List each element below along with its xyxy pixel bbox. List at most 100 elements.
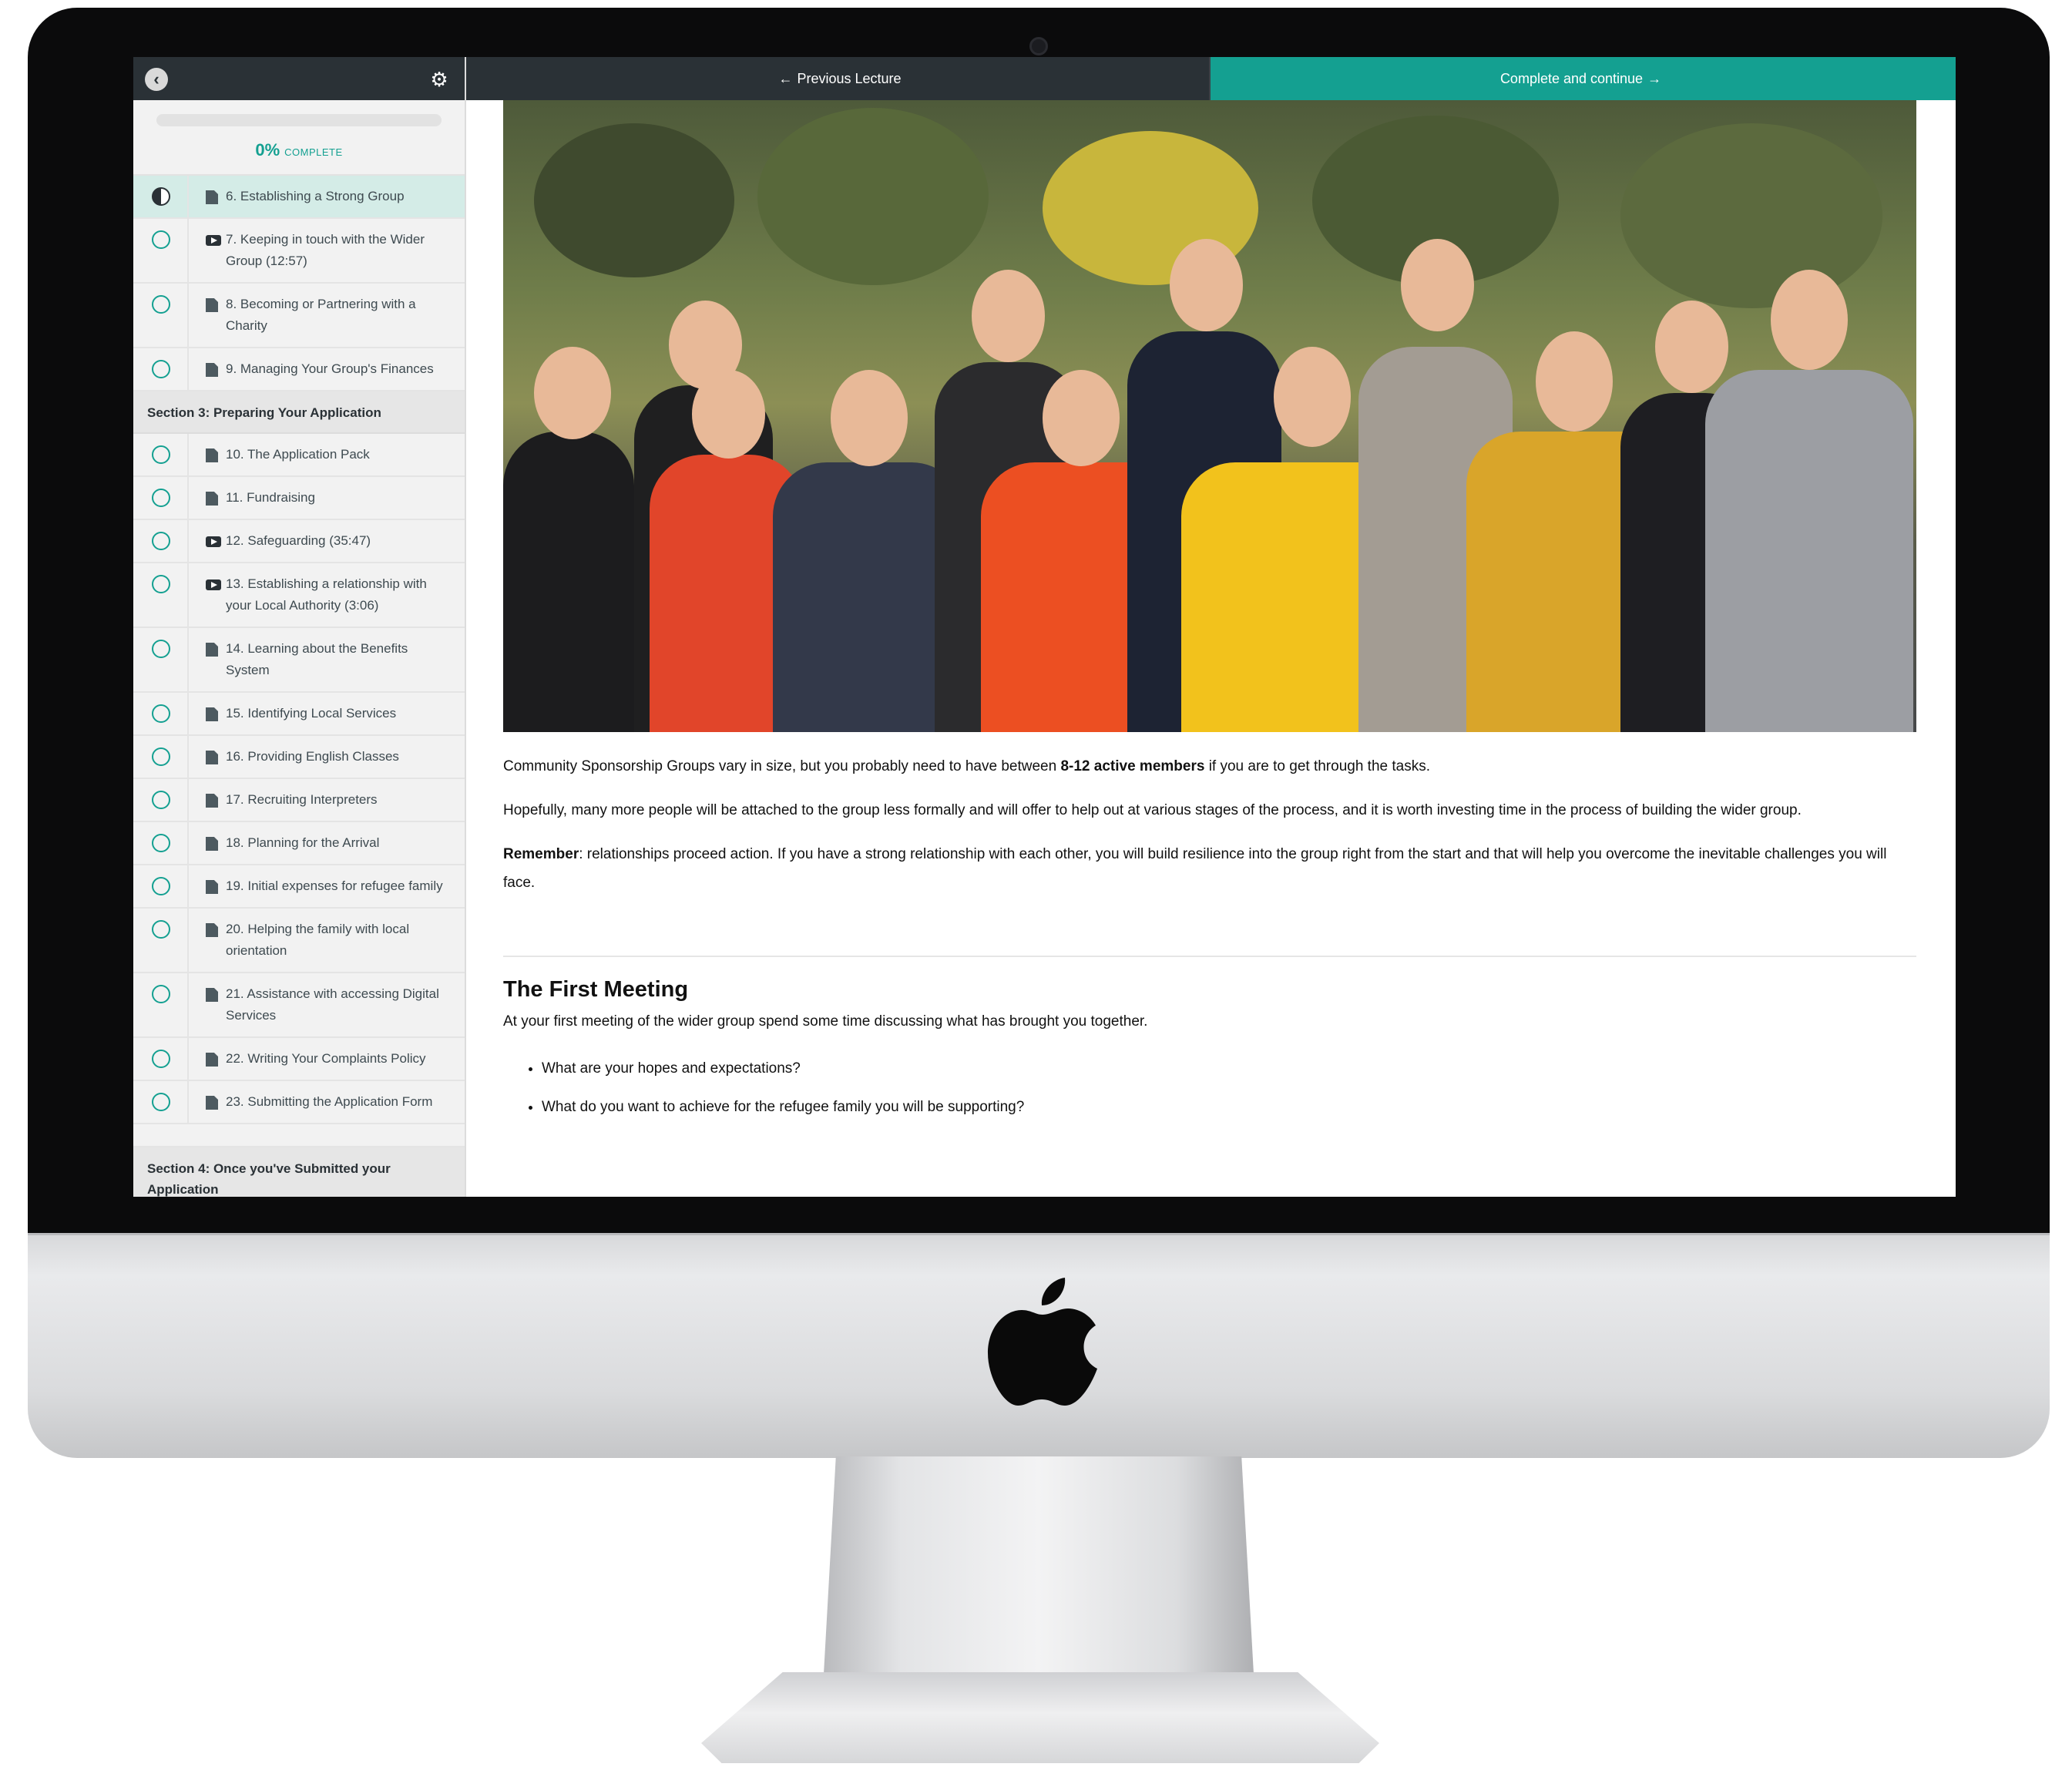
lecture-item[interactable]: 22. Writing Your Complaints Policy <box>133 1038 465 1081</box>
text-span: Community Sponsorship Groups vary in siz… <box>503 758 1061 774</box>
lecture-link[interactable]: 16. Providing English Classes <box>133 736 465 778</box>
lecture-title: 19. Initial expenses for refugee family <box>226 878 443 893</box>
course-sidebar: ‹ ⚙ 0% COMPLETE 6. Establishing a Strong … <box>133 57 466 1197</box>
document-icon <box>206 880 218 894</box>
lecture-item[interactable]: 17. Recruiting Interpreters <box>133 779 465 822</box>
monitor-foot <box>701 1672 1379 1763</box>
lecture-title: 8. Becoming or Partnering with a Charity <box>226 297 416 333</box>
lecture-title: 22. Writing Your Complaints Policy <box>226 1051 426 1066</box>
lecture-item[interactable]: 18. Planning for the Arrival <box>133 822 465 865</box>
lecture-link[interactable]: 23. Submitting the Application Form <box>133 1081 465 1123</box>
lecture-item[interactable]: 19. Initial expenses for refugee family <box>133 865 465 909</box>
lecture-link[interactable]: 18. Planning for the Arrival <box>133 822 465 864</box>
lecture-item[interactable]: 20. Helping the family with local orient… <box>133 909 465 973</box>
progress-percent: 0% <box>255 140 280 160</box>
question-item: What do you want to achieve for the refu… <box>542 1088 1916 1127</box>
gear-icon[interactable]: ⚙ <box>428 68 451 91</box>
document-icon <box>206 448 218 462</box>
lecture-link[interactable]: 15. Identifying Local Services <box>133 693 465 734</box>
lecture-item[interactable]: 7. Keeping in touch with the Wider Group… <box>133 219 465 284</box>
lecture-item[interactable]: 21. Assistance with accessing Digital Se… <box>133 973 465 1038</box>
lecture-item[interactable]: 12. Safeguarding (35:47) <box>133 520 465 563</box>
screen: ‹ ⚙ 0% COMPLETE 6. Establishing a Strong … <box>133 57 1956 1197</box>
intro-paragraph: At your first meeting of the wider group… <box>503 1013 1148 1030</box>
lecture-item[interactable]: 10. The Application Pack <box>133 434 465 477</box>
lecture-link[interactable]: 8. Becoming or Partnering with a Charity <box>133 284 465 347</box>
lecture-title: 20. Helping the family with local orient… <box>226 922 410 958</box>
lecture-item[interactable]: 14. Learning about the Benefits System <box>133 628 465 693</box>
progress-label: COMPLETE <box>284 146 343 158</box>
lecture-link[interactable]: 7. Keeping in touch with the Wider Group… <box>133 219 465 282</box>
lecture-title: 12. Safeguarding (35:47) <box>226 533 371 548</box>
camera-icon <box>1029 37 1048 55</box>
document-icon <box>206 837 218 851</box>
video-icon <box>206 579 221 590</box>
question-item: What are your hopes and expectations? <box>542 1050 1916 1088</box>
paragraph-members: Community Sponsorship Groups vary in siz… <box>503 752 1916 781</box>
lecture-title: 23. Submitting the Application Form <box>226 1094 433 1109</box>
progress-text: 0% COMPLETE <box>133 140 465 160</box>
lecture-title: 9. Managing Your Group's Finances <box>226 361 434 376</box>
lecture-item[interactable]: 13. Establishing a relationship with you… <box>133 563 465 628</box>
lecture-link[interactable]: 19. Initial expenses for refugee family <box>133 865 465 907</box>
document-icon <box>206 988 218 1002</box>
complete-continue-button[interactable]: Complete and continue → <box>1211 57 1956 100</box>
arrow-right-icon: → <box>1647 70 1662 86</box>
lecture-title: 7. Keeping in touch with the Wider Group… <box>226 232 425 268</box>
lecture-title: 21. Assistance with accessing Digital Se… <box>226 986 439 1023</box>
lecture-item[interactable]: 9. Managing Your Group's Finances <box>133 348 465 391</box>
lecture-link[interactable]: 14. Learning about the Benefits System <box>133 628 465 691</box>
question-list: What are your hopes and expectations?Wha… <box>503 1050 1916 1127</box>
document-icon <box>206 707 218 721</box>
lecture-link[interactable]: 22. Writing Your Complaints Policy <box>133 1038 465 1080</box>
document-icon <box>206 492 218 506</box>
lecture-item[interactable]: 15. Identifying Local Services <box>133 693 465 736</box>
lecture-link[interactable]: 13. Establishing a relationship with you… <box>133 563 465 627</box>
lecture-title: 17. Recruiting Interpreters <box>226 792 378 807</box>
lecture-list-section-3: 10. The Application Pack 11. Fundraising 1… <box>133 434 465 1124</box>
video-icon <box>206 536 221 547</box>
document-icon <box>206 1053 218 1067</box>
section-heading: The First Meeting <box>503 977 689 1002</box>
complete-continue-label: Complete and continue <box>1499 70 1644 86</box>
lecture-title: 16. Providing English Classes <box>226 749 399 764</box>
lecture-link[interactable]: 9. Managing Your Group's Finances <box>133 348 465 390</box>
section-header-3: Section 3: Preparing Your Application <box>133 391 465 434</box>
lecture-title: 11. Fundraising <box>226 490 315 505</box>
lecture-content: Community Sponsorship Groups vary in siz… <box>466 100 1956 1197</box>
lecture-item[interactable]: 6. Establishing a Strong Group <box>133 176 465 219</box>
back-icon[interactable]: ‹ <box>145 68 168 91</box>
arrow-left-icon: ← <box>778 70 793 86</box>
group-photo <box>503 100 1916 732</box>
person <box>1705 223 1913 732</box>
document-icon <box>206 751 218 764</box>
text-span: if you are to get through the tasks. <box>1204 758 1430 774</box>
lecture-link[interactable]: 20. Helping the family with local orient… <box>133 909 465 972</box>
lecture-item[interactable]: 8. Becoming or Partnering with a Charity <box>133 284 465 348</box>
text-span: : relationships proceed action. If you h… <box>503 846 1887 891</box>
document-icon <box>206 794 218 808</box>
lecture-link[interactable]: 6. Establishing a Strong Group <box>133 176 465 217</box>
lecture-item[interactable]: 11. Fundraising <box>133 477 465 520</box>
lecture-link[interactable]: 10. The Application Pack <box>133 434 465 475</box>
lecture-link[interactable]: 21. Assistance with accessing Digital Se… <box>133 973 465 1036</box>
apple-logo-icon <box>988 1278 1097 1406</box>
course-progress: 0% COMPLETE <box>133 100 465 176</box>
previous-lecture-button[interactable]: ← Previous Lecture <box>466 57 1211 100</box>
divider <box>503 956 1916 957</box>
lecture-title: 14. Learning about the Benefits System <box>226 641 408 677</box>
lecture-link[interactable]: 17. Recruiting Interpreters <box>133 779 465 821</box>
progress-bar <box>156 114 442 126</box>
document-icon <box>206 190 218 204</box>
bold-text: Remember <box>503 846 579 862</box>
previous-lecture-label: Previous Lecture <box>797 70 902 86</box>
lecture-link[interactable]: 11. Fundraising <box>133 477 465 519</box>
lecture-item[interactable]: 23. Submitting the Application Form <box>133 1081 465 1124</box>
section-spacer <box>133 1124 465 1147</box>
sidebar-header: ‹ ⚙ <box>133 57 465 100</box>
lecture-text: Community Sponsorship Groups vary in siz… <box>503 747 1916 1127</box>
lecture-link[interactable]: 12. Safeguarding (35:47) <box>133 520 465 562</box>
person <box>503 301 634 732</box>
lecture-item[interactable]: 16. Providing English Classes <box>133 736 465 779</box>
video-icon <box>206 235 221 246</box>
